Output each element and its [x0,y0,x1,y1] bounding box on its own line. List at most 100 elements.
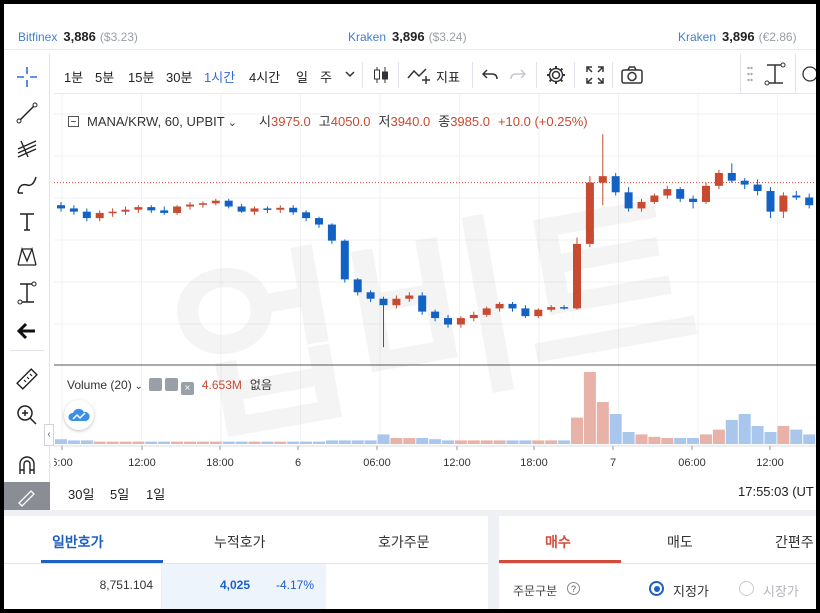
brush-icon [17,176,37,194]
ticker-price: 3,896 [722,29,755,44]
magnet-tool[interactable] [12,450,42,480]
tab-buy[interactable]: 매수 [545,532,571,552]
time-label: 12:00 [756,457,784,469]
volume-bar [454,440,467,444]
camera-icon[interactable] [621,66,643,84]
tab-cumulative-orderbook[interactable]: 누적호가 [214,532,266,552]
volume-bar [622,432,635,444]
text-tool[interactable] [12,206,42,236]
collapse-legend-icon[interactable] [68,116,79,127]
symbol-label[interactable]: MANA/KRW, 60, UPBIT [87,114,225,129]
close-icon[interactable]: × [180,382,194,395]
volume-bar [416,438,429,444]
ticker-item[interactable]: Kraken 3,896 ($3.24) [348,29,467,44]
chevron-down-icon[interactable]: ⌄ [225,117,237,129]
chevron-down-icon[interactable] [344,69,356,79]
candle-body [689,198,698,202]
interval-1h[interactable]: 1시간 [204,67,235,86]
ticker-price: 3,886 [63,29,96,44]
volume-bar [803,434,816,444]
time-label: 18:00 [206,457,234,469]
range-30d[interactable]: 30일 [68,484,94,503]
redo-icon[interactable] [510,68,526,82]
volume-bar [467,440,480,444]
chart-canvas[interactable]: 업비트 6:00 12:00 18:00 6 06:00 12:00 18:00 7 06:00… [51,94,816,474]
measure-tool[interactable] [12,278,42,308]
market-label[interactable]: 시장가 [763,581,799,600]
indicator-icon[interactable] [406,66,434,84]
toolbar-divider [398,62,399,88]
crosshair-tool[interactable] [12,62,42,92]
back-tool[interactable] [12,316,42,346]
eye-icon[interactable] [148,378,162,391]
help-icon[interactable]: ? [567,582,580,595]
chevron-down-icon[interactable]: ⌄ [132,381,142,392]
settings-icon[interactable] [164,378,178,391]
interval-4h[interactable]: 4시간 [249,67,280,86]
fullscreen-icon[interactable] [586,66,604,84]
tool-divider [10,350,44,351]
candle-body [482,308,491,315]
tab-simple-order[interactable]: 간편주 [775,532,814,552]
low-value: 3940.0 [390,114,431,129]
toolbar-divider [574,62,575,88]
tab-general-orderbook[interactable]: 일반호가 [52,532,104,552]
undo-icon[interactable] [482,68,498,82]
range-5d[interactable]: 5일 [110,484,129,503]
candle-body [327,224,336,241]
ticker-item[interactable]: Bitfinex 3,886 ($3.23) [18,29,138,44]
limit-radio[interactable] [649,581,664,596]
orderbook-panel: 일반호가 누적호가 호가주문 8,751.104 4,025 -4.17% [4,516,488,609]
candle-body [198,203,207,205]
clock-time[interactable]: 17:55:03 (UT [738,484,814,499]
tab-sell[interactable]: 매도 [667,532,693,552]
drag-handle-icon[interactable] [747,66,753,82]
candle-style-icon[interactable] [372,65,390,85]
price-chart[interactable]: 업비트 6:00 12:00 18:00 6 06:00 12:00 18:00 7 06:00… [51,94,816,494]
arrow-left-icon [16,322,35,340]
interval-15m[interactable]: 15분 [128,67,154,86]
candle-body [211,200,220,204]
zoom-tool[interactable] [12,400,42,430]
volume-bar [93,441,106,444]
interval-1m[interactable]: 1분 [64,67,83,86]
candle-body [560,307,569,309]
volume-bar [338,440,351,444]
tab-orderbook-order[interactable]: 호가주문 [378,532,430,552]
volume-bar [364,440,377,444]
candle-body [521,308,530,317]
circle-icon[interactable] [802,66,816,82]
pitchfork-icon [17,140,37,158]
interval-5m[interactable]: 5분 [95,67,114,86]
gear-icon[interactable] [546,65,566,85]
open-value: 3975.0 [271,114,311,129]
measure-tool-icon[interactable] [763,62,787,86]
pattern-tool[interactable] [12,242,42,272]
brush-tool[interactable] [12,170,42,200]
market-radio[interactable] [739,581,754,596]
pitchfork-tool[interactable] [12,134,42,164]
time-label: 12:00 [128,457,156,469]
volume-label[interactable]: Volume (20) [67,378,132,392]
tradingview-logo[interactable] [64,400,94,430]
volume-bar [571,417,583,444]
candle-body [431,311,440,319]
interval-1w[interactable]: 주 [320,67,332,86]
interval-1d[interactable]: 일 [296,67,308,86]
toolbar-divider [536,62,537,88]
ticker-item[interactable]: Kraken 3,896 (€2.86) [678,29,797,44]
lock-tool[interactable] [4,482,50,510]
limit-label[interactable]: 지정가 [673,581,709,600]
volume-bar [119,441,132,444]
ruler-tool[interactable] [12,364,42,394]
volume-bar [196,441,209,444]
candle-body [379,298,388,306]
volume-bar [248,441,261,444]
indicator-button[interactable]: 지표 [436,67,460,86]
trendline-tool[interactable] [12,98,42,128]
interval-30m[interactable]: 30분 [166,67,192,86]
floating-tool-panel[interactable] [740,54,796,94]
collapse-sidebar-button[interactable]: ‹ [44,424,54,446]
price-cell[interactable]: 4,025 -4.17% [162,564,326,609]
range-1d[interactable]: 1일 [146,484,165,503]
